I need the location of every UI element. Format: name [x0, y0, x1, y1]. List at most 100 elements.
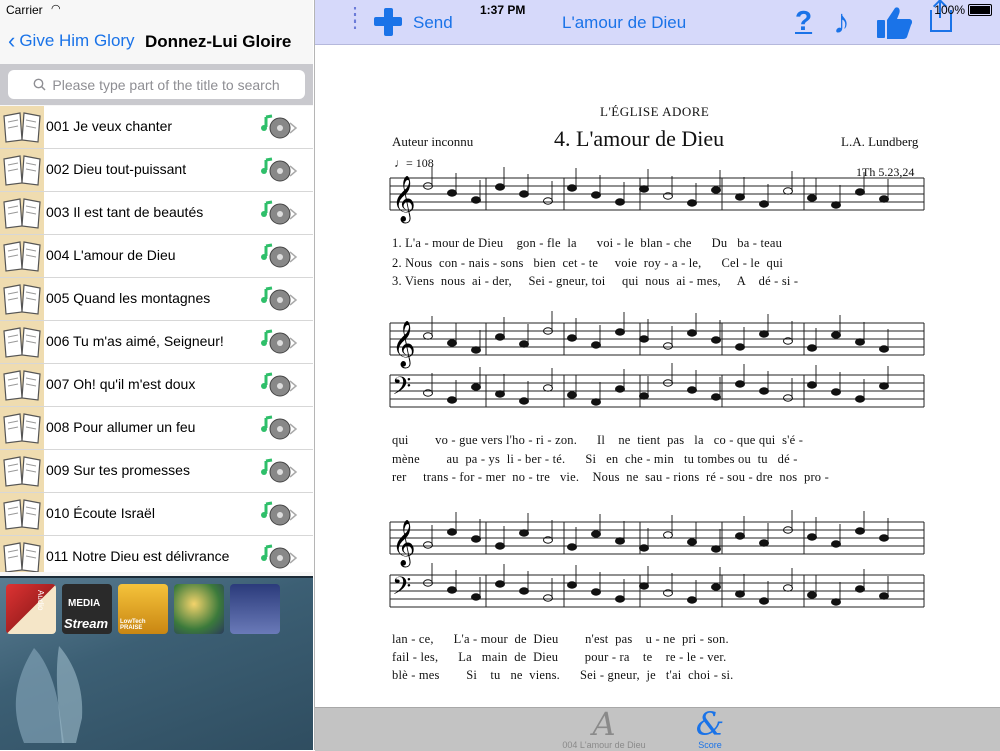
book-icon: [0, 407, 44, 449]
book-icon: [0, 235, 44, 277]
media-play-icon[interactable]: [260, 371, 300, 404]
list-item[interactable]: 008 Pour allumer un feu: [0, 407, 313, 450]
list-item[interactable]: 004 L'amour de Dieu: [0, 235, 313, 278]
letter-a-icon: A: [592, 705, 616, 743]
notehead: [639, 544, 649, 552]
back-button[interactable]: ‹ Give Him Glory: [8, 30, 135, 52]
list-item[interactable]: 003 Il est tant de beautés: [0, 192, 313, 235]
notehead: [735, 380, 745, 388]
search-input[interactable]: Please type part of the title to search: [8, 70, 305, 99]
notehead: [615, 198, 625, 206]
notehead: [807, 381, 817, 389]
notehead: [447, 189, 457, 197]
notehead: [759, 200, 769, 208]
sheet-music: 𝄞 𝄞 𝄞 𝄢 𝄢 L'ÉGLISE ADORE Auteur inconnu 4. L…: [318, 50, 998, 706]
media-play-icon[interactable]: [260, 457, 300, 490]
notehead: [735, 590, 745, 598]
tab-lyrics-label: 004 L'amour de Dieu: [562, 740, 646, 750]
hymn-title: 010 Écoute Israël: [46, 505, 155, 521]
lyric-line: rer trans - for - mer no - tre vie. Nous…: [392, 470, 829, 484]
book-icon: [0, 106, 44, 148]
app-icons-row: Audio MEDIA Stream LowTech PRAISE: [6, 584, 280, 634]
notehead: [831, 388, 841, 396]
notehead: [567, 543, 577, 551]
list-item[interactable]: 001 Je veux chanter: [0, 106, 313, 149]
battery-icon: [968, 4, 992, 16]
notehead: [663, 342, 673, 350]
notehead: [519, 587, 529, 595]
book-icon-shape: [3, 112, 41, 143]
audio-app-icon[interactable]: Audio: [6, 584, 56, 634]
hymn-title: 002 Dieu tout-puissant: [46, 161, 187, 177]
notehead: [495, 333, 505, 341]
treble-clef: 𝄞: [392, 321, 416, 369]
notehead: [495, 542, 505, 550]
notehead: [711, 336, 721, 344]
media-play-icon[interactable]: [260, 242, 300, 275]
book-icon: [0, 450, 44, 492]
status-bar: Carrier ◠ 1:37 PM 100%: [0, 0, 1000, 20]
lyric-line: mène au pa - ys li - ber - té. Si en che…: [392, 452, 798, 466]
treble-clef: 𝄞: [392, 520, 416, 568]
score-composer: L.A. Lundberg: [841, 134, 919, 149]
notehead: [879, 195, 889, 203]
notehead: [639, 185, 649, 193]
hymn-title: 005 Quand les montagnes: [46, 290, 211, 306]
notehead: [423, 541, 433, 549]
book-icon-shape: [3, 456, 41, 487]
notehead: [831, 540, 841, 548]
media-play-icon[interactable]: [260, 414, 300, 447]
book-icon: [0, 493, 44, 535]
search-bar: Please type part of the title to search: [0, 64, 313, 105]
notehead: [471, 593, 481, 601]
bass-clef: 𝄢: [392, 572, 411, 607]
notehead: [543, 594, 553, 602]
tab-score[interactable]: & Score: [655, 708, 765, 751]
notehead: [567, 581, 577, 589]
tab-lyrics[interactable]: A 004 L'amour de Dieu: [549, 708, 659, 751]
hymn-title: 009 Sur tes promesses: [46, 462, 190, 478]
notehead: [639, 392, 649, 400]
notehead: [879, 382, 889, 390]
media-play-icon[interactable]: [260, 543, 300, 572]
notehead: [447, 396, 457, 404]
media-play-icon[interactable]: [260, 156, 300, 189]
hymn-title: 007 Oh! qu'il m'est doux: [46, 376, 196, 392]
notehead: [711, 393, 721, 401]
back-label: Give Him Glory: [19, 31, 135, 50]
list-item[interactable]: 010 Écoute Israël: [0, 493, 313, 536]
media-play-icon[interactable]: [260, 500, 300, 533]
list-item[interactable]: 007 Oh! qu'il m'est doux: [0, 364, 313, 407]
notehead: [735, 193, 745, 201]
notehead: [807, 194, 817, 202]
notehead: [879, 345, 889, 353]
list-item[interactable]: 005 Quand les montagnes: [0, 278, 313, 321]
notehead: [447, 339, 457, 347]
lyric-line: blè - mes Si tu ne viens. Sei - gneur, j…: [392, 668, 734, 682]
media-play-icon[interactable]: [260, 285, 300, 318]
hymn-app-icon[interactable]: [174, 584, 224, 634]
book-icon-shape: [3, 542, 41, 572]
media-label: MEDIA: [68, 598, 101, 609]
media-play-icon[interactable]: [260, 328, 300, 361]
list-item[interactable]: 006 Tu m'as aimé, Seigneur!: [0, 321, 313, 364]
media-stream-icon[interactable]: MEDIA Stream: [62, 584, 112, 634]
hymn-title: 003 Il est tant de beautés: [46, 204, 204, 220]
notehead: [687, 329, 697, 337]
notehead: [471, 383, 481, 391]
book-app-icon[interactable]: [230, 584, 280, 634]
score-tempo: ♩= 108: [394, 156, 434, 170]
media-play-icon[interactable]: [260, 113, 300, 146]
lyric-line: 3. Viens nous ai - der, Sei - gneur, toi…: [392, 274, 799, 288]
notehead: [615, 385, 625, 393]
notehead: [711, 583, 721, 591]
score-icon: &: [695, 705, 725, 743]
media-play-icon[interactable]: [260, 199, 300, 232]
list-item[interactable]: 011 Notre Dieu est délivrance: [0, 536, 313, 572]
list-item[interactable]: 009 Sur tes promesses: [0, 450, 313, 493]
battery-indicator: 100%: [934, 3, 992, 17]
list-item[interactable]: 002 Dieu tout-puissant: [0, 149, 313, 192]
notehead: [831, 331, 841, 339]
lowtech-praise-icon[interactable]: LowTech PRAISE: [118, 584, 168, 634]
notehead: [831, 201, 841, 209]
